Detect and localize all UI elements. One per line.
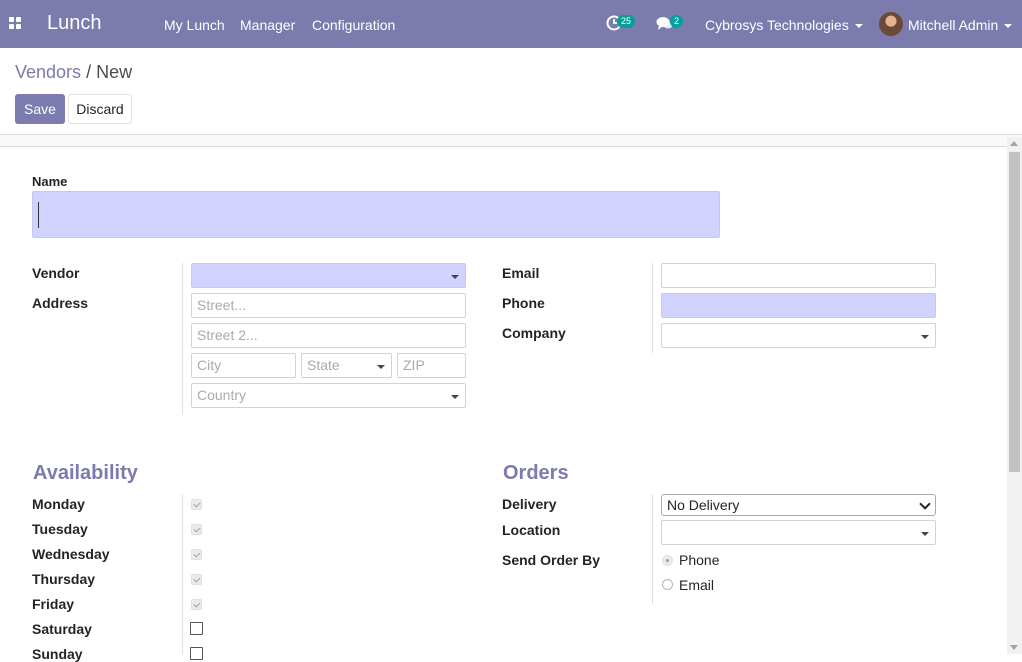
delivery-value: No Delivery [667,497,740,513]
caret-down-icon [921,335,929,339]
company-select[interactable] [661,323,936,348]
state-select[interactable]: State [301,353,392,378]
day-label-tuesday: Tuesday [32,521,88,537]
caret-down-icon [451,395,459,399]
breadcrumb-current: New [96,62,133,82]
saturday-checkbox[interactable] [190,622,203,635]
right-group-separator [652,263,653,353]
phone-input[interactable] [661,293,936,318]
day-label-wednesday: Wednesday [32,546,110,562]
day-label-friday: Friday [32,596,75,612]
caret-down-icon [921,532,929,536]
day-label-monday: Monday [32,496,85,512]
user-name: Mitchell Admin [908,17,999,33]
city-input[interactable]: City [191,353,296,378]
name-input[interactable] [32,191,720,238]
street-input[interactable]: Street... [191,293,466,318]
apps-menu-icon[interactable] [9,17,21,29]
availability-separator [182,494,183,654]
caret-down-icon [854,24,863,29]
menu-manager[interactable]: Manager [240,17,295,33]
app-name[interactable]: Lunch [47,12,102,35]
scroll-thumb[interactable] [1009,152,1020,472]
message-count-badge: 2 [670,15,684,28]
email-label: Email [502,265,540,281]
activity-count-badge: 25 [617,15,636,28]
send-order-label: Send Order By [502,552,601,568]
company-label: Company [502,325,566,341]
breadcrumb-separator: / [86,62,92,82]
breadcrumb-vendors[interactable]: Vendors [15,62,81,82]
email-input[interactable] [661,263,936,288]
user-avatar[interactable] [879,12,903,36]
vendor-label: Vendor [32,265,80,281]
breadcrumb: Vendors / New [15,62,132,83]
address-label: Address [32,295,89,311]
monday-checkbox[interactable] [191,499,202,510]
availability-title: Availability [33,462,138,484]
send-by-email-radio[interactable] [662,579,673,590]
send-by-phone-label[interactable]: Phone [679,552,719,568]
caret-down-icon [377,365,385,369]
menu-my-lunch[interactable]: My Lunch [164,17,225,33]
tuesday-checkbox[interactable] [191,524,202,535]
wednesday-checkbox[interactable] [191,549,202,560]
scroll-down-arrow-icon[interactable] [1010,645,1018,650]
orders-separator [652,494,653,604]
menu-configuration[interactable]: Configuration [312,17,395,33]
save-button[interactable]: Save [15,94,65,124]
chevron-down-icon [919,498,931,510]
zip-input[interactable]: ZIP [397,353,466,378]
caret-down-icon [451,275,459,279]
top-navbar: Lunch My Lunch Manager Configuration 25 … [0,0,1022,48]
location-label: Location [502,522,561,538]
thursday-checkbox[interactable] [191,574,202,585]
state-placeholder: State [307,357,340,373]
country-placeholder: Country [197,387,247,403]
phone-label: Phone [502,295,545,311]
left-group-separator [182,263,183,415]
send-by-phone-radio[interactable] [662,555,673,566]
delivery-select[interactable]: No Delivery [661,494,936,516]
control-panel-separator [0,134,1022,147]
day-label-saturday: Saturday [32,621,92,637]
company-name: Cybrosys Technologies [705,17,849,33]
scroll-up-arrow-icon[interactable] [1010,141,1018,146]
name-label: Name [32,174,68,189]
country-select[interactable]: Country [191,383,466,408]
text-cursor [38,202,39,228]
street2-input[interactable]: Street 2... [191,323,466,348]
company-switcher[interactable]: Cybrosys Technologies [705,17,863,33]
user-menu[interactable]: Mitchell Admin [908,17,1013,33]
vendor-select[interactable] [191,263,466,288]
caret-down-icon [1004,24,1013,29]
day-label-thursday: Thursday [32,571,96,587]
location-select[interactable] [661,520,936,545]
day-label-sunday: Sunday [32,646,83,662]
form-scrollbar[interactable] [1007,137,1022,654]
orders-title: Orders [503,462,569,484]
friday-checkbox[interactable] [191,599,202,610]
discard-button[interactable]: Discard [68,94,132,124]
delivery-label: Delivery [502,496,557,512]
send-by-email-label[interactable]: Email [679,577,714,593]
